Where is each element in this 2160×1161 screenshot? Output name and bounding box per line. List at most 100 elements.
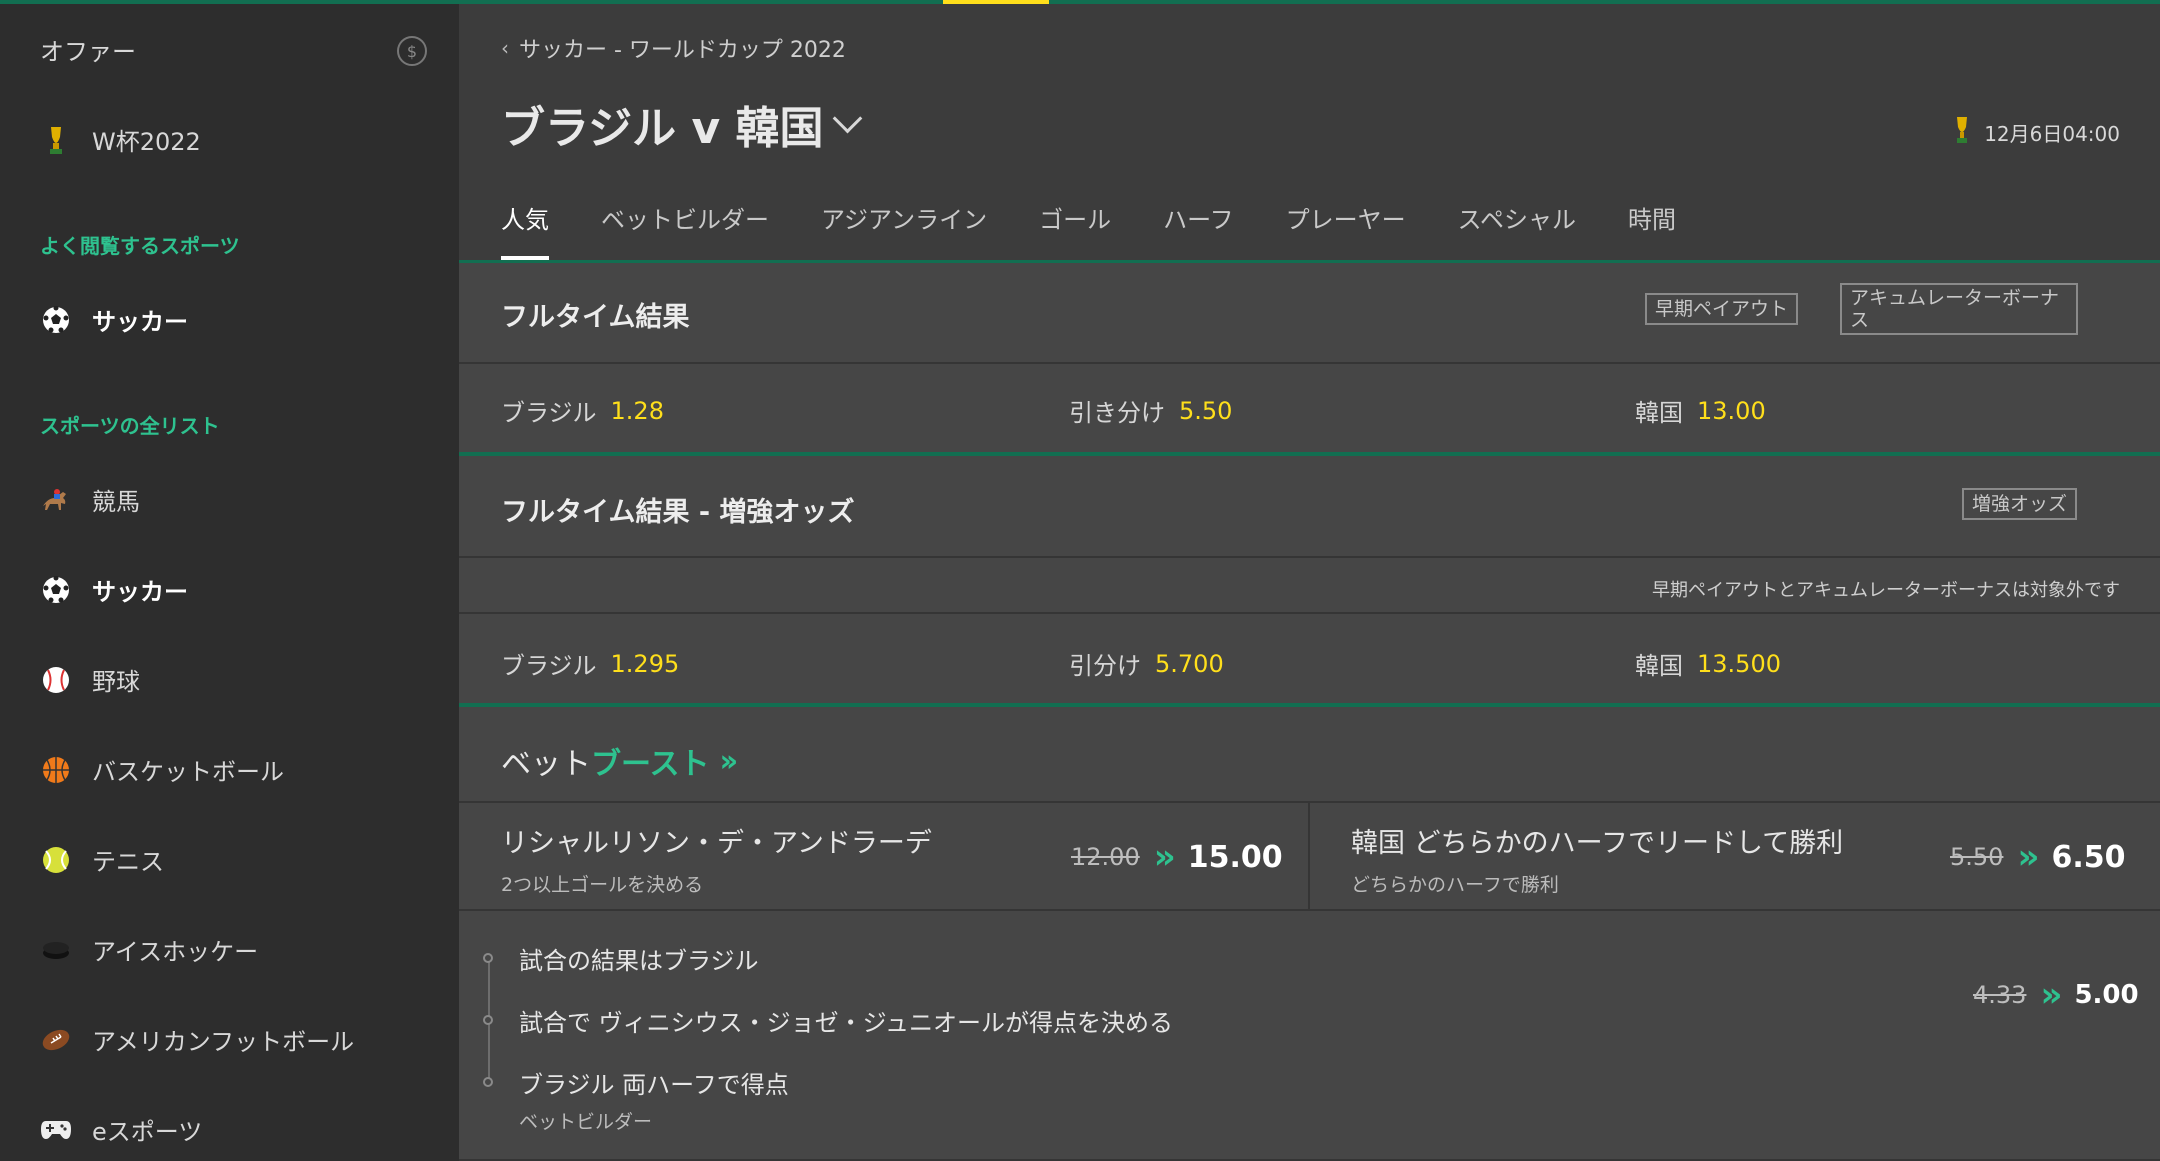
- tab-players[interactable]: プレーヤー: [1286, 200, 1406, 260]
- early-payout-badge: 早期ペイアウト: [1645, 293, 1799, 325]
- boosted-odds: 6.50: [2051, 839, 2126, 875]
- sidebar-item-label: サッカー: [92, 308, 188, 336]
- old-odds: 12.00: [1071, 843, 1140, 871]
- fulltime-result-market: フルタイム結果 早期ペイアウト アキュムレーターボーナス ブラジル 1.28 引…: [459, 263, 2160, 453]
- breadcrumb-label: サッカー - ワールドカップ 2022: [519, 38, 846, 63]
- boost-item[interactable]: 韓国 どちらかのハーフでリードして勝利 どちらかのハーフで勝利: [1351, 821, 1843, 897]
- selection-home[interactable]: ブラジル 1.28: [501, 393, 664, 428]
- sidebar-item-horse-racing[interactable]: 競馬: [40, 482, 140, 517]
- sidebar-item-baseball[interactable]: 野球: [40, 662, 140, 697]
- selection-odds: 1.28: [610, 396, 664, 425]
- gamepad-icon: [40, 1114, 72, 1146]
- divider: [459, 909, 2160, 911]
- tab-half[interactable]: ハーフ: [1163, 200, 1234, 260]
- acca-bonus-badge: アキュムレーターボーナス: [1840, 283, 2078, 335]
- builder-boost-price[interactable]: 4.33 ›› 5.00: [1973, 975, 2139, 1015]
- selection-name: 引き分け: [1069, 399, 1165, 427]
- selection-name: 韓国: [1635, 652, 1683, 680]
- sidebar-item-label: サッカー: [92, 578, 188, 606]
- event-title-dropdown[interactable]: ブラジル v 韓国: [501, 92, 863, 156]
- selection-draw[interactable]: 引分け 5.700: [1069, 646, 1224, 681]
- sidebar-item-soccer-popular[interactable]: サッカー: [40, 302, 188, 337]
- old-odds: 4.33: [1973, 981, 2027, 1009]
- enhanced-odds-badge: 増強オッズ: [1962, 488, 2078, 520]
- chevron-down-icon: [833, 103, 863, 133]
- boost-name: リシャルリソン・デ・アンドラーデ: [501, 828, 932, 859]
- selection-odds: 13.500: [1697, 649, 1781, 678]
- tab-goals[interactable]: ゴール: [1039, 200, 1111, 260]
- double-chevron-icon: ››: [1153, 837, 1176, 877]
- selection-away[interactable]: 韓国 13.00: [1635, 393, 1766, 428]
- trophy-icon: [1954, 116, 1970, 149]
- sidebar-item-soccer[interactable]: サッカー: [40, 572, 188, 607]
- leg-dot: [483, 953, 493, 963]
- tab-popular[interactable]: 人気: [501, 200, 549, 260]
- sidebar-item-label: アメリカンフットボール: [92, 1028, 355, 1056]
- boost-price[interactable]: 5.50 ›› 6.50: [1950, 837, 2126, 877]
- sidebar-item-label: アイスホッケー: [92, 938, 259, 966]
- selection-away[interactable]: 韓国 13.500: [1635, 646, 1781, 681]
- tennis-ball-icon: [40, 844, 72, 876]
- double-chevron-icon: ››: [719, 743, 739, 779]
- sidebar-offers[interactable]: オファー: [40, 32, 136, 67]
- football-icon: [40, 1024, 72, 1056]
- leg-dot: [483, 1077, 493, 1087]
- builder-leg: 試合で ヴィニシウス・ジョゼ・ジュニオールが得点を決める: [519, 1009, 1173, 1037]
- tab-asian-lines[interactable]: アジアンライン: [821, 200, 987, 260]
- double-chevron-icon: ››: [2017, 837, 2039, 877]
- sidebar-item-label: テニス: [92, 848, 164, 876]
- selection-draw[interactable]: 引き分け 5.50: [1069, 393, 1232, 428]
- hockey-puck-icon: [40, 934, 72, 966]
- selection-odds: 13.00: [1697, 396, 1766, 425]
- sidebar-item-ice-hockey[interactable]: アイスホッケー: [40, 932, 258, 967]
- builder-leg: ブラジル 両ハーフで得点: [519, 1071, 789, 1099]
- old-odds: 5.50: [1950, 843, 2004, 871]
- soccer-ball-icon: [40, 574, 72, 606]
- sidebar-item-wc2022[interactable]: W杯2022: [40, 122, 201, 157]
- double-chevron-icon: ››: [2040, 975, 2062, 1015]
- tab-specials[interactable]: スペシャル: [1458, 200, 1576, 260]
- selection-name: ブラジル: [501, 652, 597, 680]
- breadcrumb[interactable]: ‹ サッカー - ワールドカップ 2022: [501, 32, 846, 64]
- chevron-left-icon: ‹: [501, 36, 509, 60]
- basketball-icon: [40, 754, 72, 786]
- tab-time[interactable]: 時間: [1628, 200, 1676, 260]
- selection-name: ブラジル: [501, 399, 597, 427]
- bet-boost-heading: ベット ブースト ››: [501, 739, 739, 783]
- market-title: フルタイム結果: [501, 302, 690, 333]
- sidebar-item-label: eスポーツ: [92, 1118, 203, 1146]
- all-sports-heading: スポーツの全リスト: [40, 414, 220, 438]
- market-title: フルタイム結果 - 増強オッズ: [501, 497, 855, 528]
- event-main-panel: ‹ サッカー - ワールドカップ 2022 ブラジル v 韓国 12月6日04:…: [459, 4, 2160, 1161]
- boost-item[interactable]: リシャルリソン・デ・アンドラーデ 2つ以上ゴールを決める: [501, 821, 932, 897]
- dollar-coin-icon: $: [397, 36, 427, 66]
- kickoff-time: 12月6日04:00: [1954, 116, 2120, 149]
- market-tabs: 人気 ベットビルダー アジアンライン ゴール ハーフ プレーヤー スペシャル 時…: [501, 200, 1728, 260]
- selection-odds: 5.700: [1155, 649, 1224, 678]
- divider: [459, 556, 2160, 558]
- selection-odds: 1.295: [610, 649, 680, 678]
- sidebar-item-basketball[interactable]: バスケットボール: [40, 752, 284, 787]
- baseball-icon: [40, 664, 72, 696]
- sidebar-item-american-football[interactable]: アメリカンフットボール: [40, 1022, 354, 1057]
- enhanced-odds-market: フルタイム結果 - 増強オッズ 増強オッズ 早期ペイアウトとアキュムレーターボー…: [459, 456, 2160, 706]
- bet-boost-section: ベット ブースト ›› リシャルリソン・デ・アンドラーデ 2つ以上ゴールを決める …: [459, 707, 2160, 1161]
- selection-name: 韓国: [1635, 399, 1683, 427]
- boost-sub: 2つ以上ゴールを決める: [501, 874, 704, 896]
- divider: [459, 612, 2160, 614]
- sidebar-item-tennis[interactable]: テニス: [40, 842, 164, 877]
- selection-home[interactable]: ブラジル 1.295: [501, 646, 679, 681]
- enhanced-note: 早期ペイアウトとアキュムレーターボーナスは対象外です: [1652, 580, 2120, 601]
- leg-dot: [483, 1015, 493, 1025]
- sidebar-item-label: W杯2022: [92, 128, 201, 156]
- divider: [1308, 803, 1310, 909]
- selection-odds: 5.50: [1179, 396, 1233, 425]
- selection-name: 引分け: [1069, 652, 1141, 680]
- sidebar-item-esports[interactable]: eスポーツ: [40, 1112, 202, 1147]
- boosted-odds: 5.00: [2074, 980, 2139, 1010]
- boost-sub: どちらかのハーフで勝利: [1351, 874, 1559, 896]
- tab-bet-builder[interactable]: ベットビルダー: [601, 200, 769, 260]
- bet-boost-highlight: ブースト: [591, 747, 710, 782]
- boost-price[interactable]: 12.00 ›› 15.00: [1071, 837, 1283, 877]
- divider: [459, 362, 2160, 364]
